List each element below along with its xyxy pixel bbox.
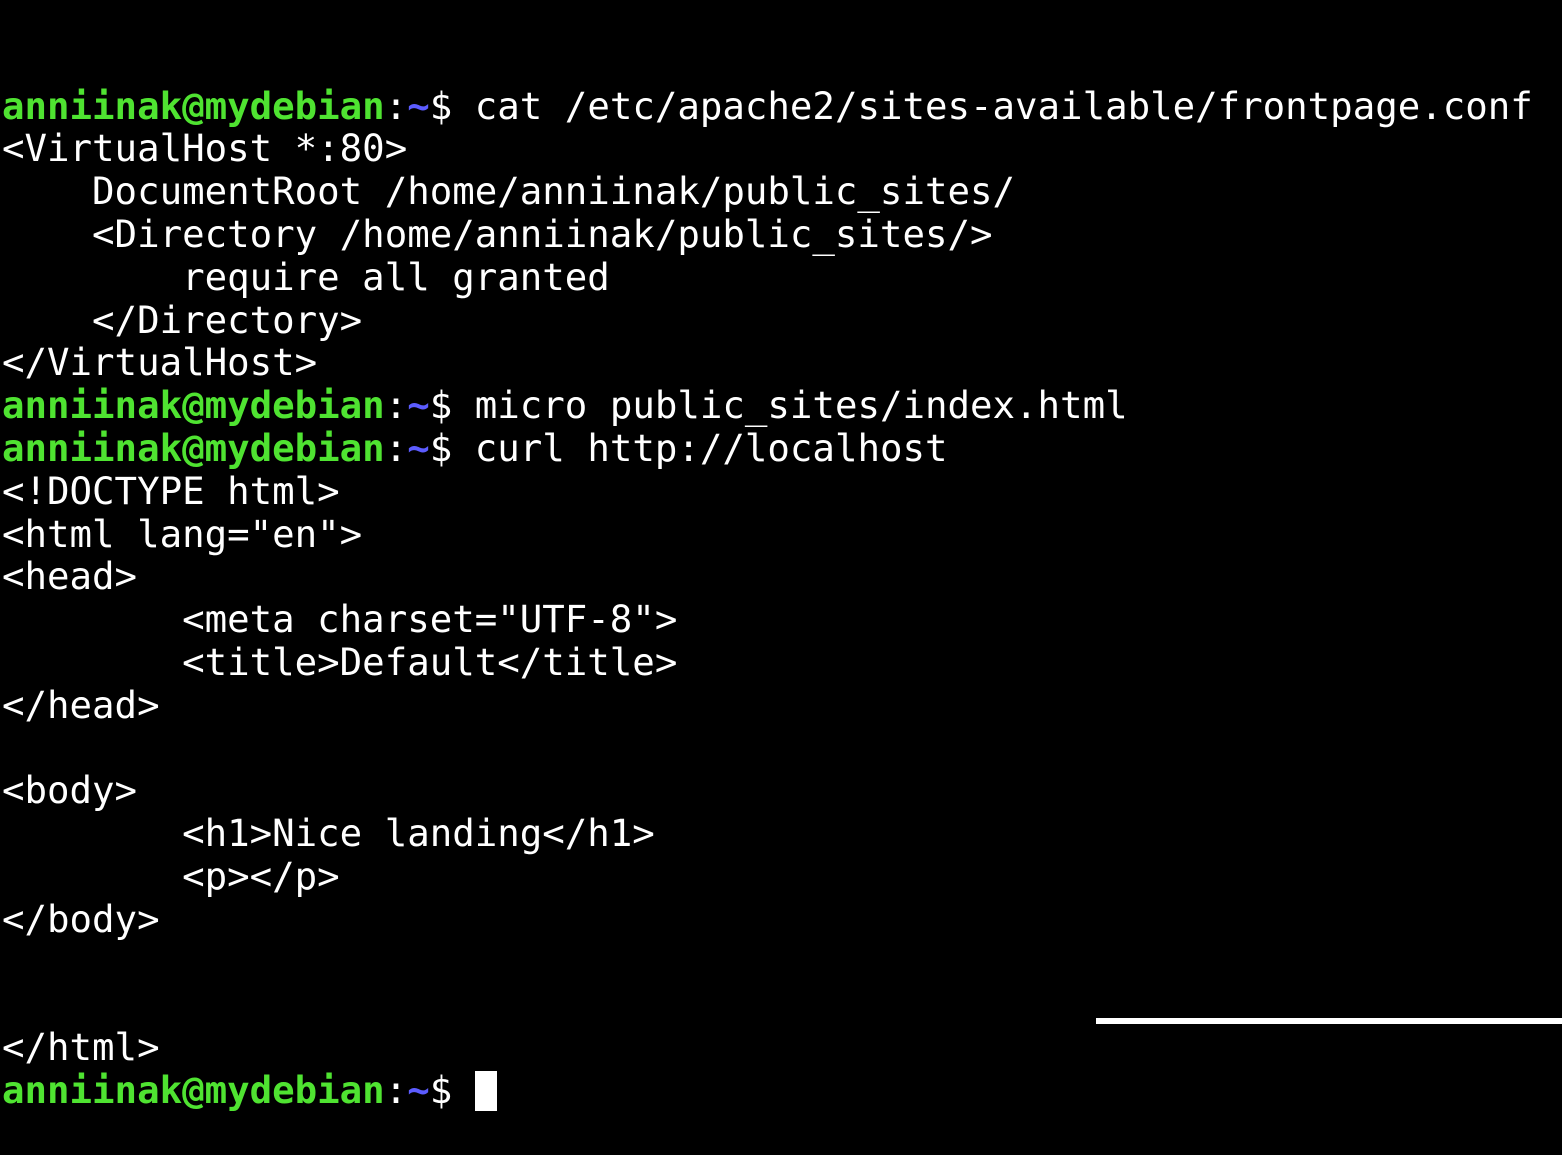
output-line: <title>Default</title>	[2, 639, 678, 684]
output-line: <meta charset="UTF-8">	[2, 597, 678, 642]
output-line: <h1>Nice landing</h1>	[2, 811, 655, 856]
output-line: </html>	[2, 1025, 160, 1070]
prompt-line: anniinak@mydebian:~$ curl http://localho…	[2, 427, 1560, 470]
prompt-symbol: $	[429, 1067, 475, 1112]
prompt-user-host: anniinak@mydebian	[2, 425, 385, 470]
command-text: micro public_sites/index.html	[474, 383, 1128, 428]
prompt-user-host: anniinak@mydebian	[2, 383, 385, 428]
output-line: <!DOCTYPE html>	[2, 468, 340, 513]
prompt-symbol: $	[429, 383, 475, 428]
prompt-symbol: $	[429, 425, 475, 470]
output-line: </head>	[2, 682, 160, 727]
prompt-line: anniinak@mydebian:~$ cat /etc/apache2/si…	[2, 83, 1560, 128]
prompt-user-host: anniinak@mydebian	[2, 1067, 385, 1112]
output-line: <p></p>	[2, 853, 340, 898]
output-line: require all granted	[2, 254, 610, 299]
output-line: </Directory>	[2, 297, 363, 342]
prompt-cwd: ~	[407, 83, 430, 128]
prompt-cwd: ~	[407, 383, 430, 428]
output-line: <body>	[2, 768, 138, 813]
prompt-line: anniinak@mydebian:~$	[2, 1069, 1560, 1112]
output-line: DocumentRoot /home/anniinak/public_sites…	[2, 169, 1015, 214]
prompt-cwd: ~	[407, 1067, 430, 1112]
text-cursor[interactable]	[474, 1070, 497, 1111]
prompt-colon: :	[384, 425, 408, 470]
terminal-window[interactable]: anniinak@mydebian:~$ cat /etc/apache2/si…	[2, 0, 1560, 1111]
output-line: <VirtualHost *:80>	[2, 126, 408, 171]
output-line: <html lang="en">	[2, 511, 363, 556]
output-line: <Directory /home/anniinak/public_sites/>	[2, 211, 993, 256]
window-edge-bar	[1096, 1018, 1562, 1024]
output-line: </body>	[2, 896, 160, 941]
command-text: curl http://localhost	[474, 425, 948, 470]
prompt-colon: :	[384, 383, 408, 428]
prompt-user-host: anniinak@mydebian	[2, 83, 385, 128]
command-text: cat /etc/apache2/sites-available/frontpa…	[474, 83, 1533, 128]
prompt-line: anniinak@mydebian:~$ micro public_sites/…	[2, 384, 1560, 427]
prompt-colon: :	[384, 1067, 408, 1112]
terminal-output: anniinak@mydebian:~$ cat /etc/apache2/si…	[2, 83, 1560, 1112]
output-line: <head>	[2, 554, 138, 599]
prompt-colon: :	[384, 83, 408, 128]
output-line: </VirtualHost>	[2, 340, 318, 385]
prompt-cwd: ~	[407, 425, 430, 470]
prompt-symbol: $	[429, 83, 475, 128]
